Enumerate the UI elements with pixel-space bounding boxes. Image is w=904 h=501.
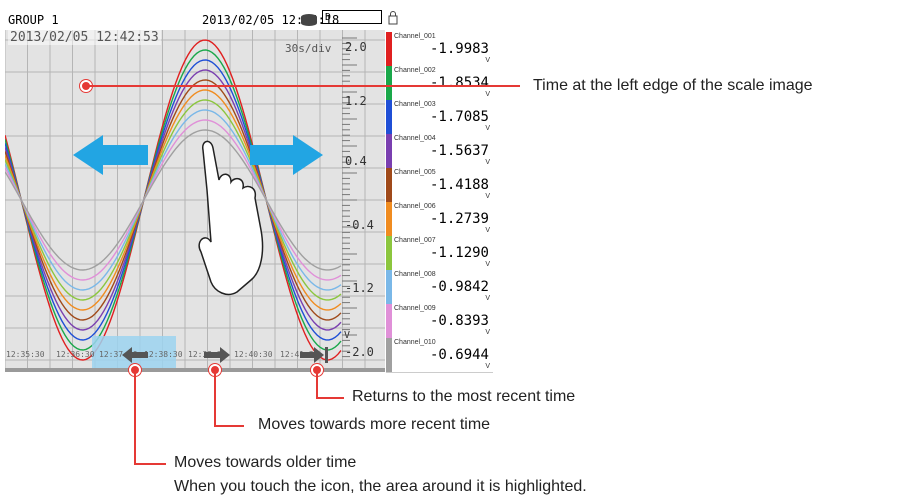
channel-value: -1.7085 <box>429 109 489 125</box>
channel-color-bar <box>386 66 392 100</box>
channel-unit: V <box>485 159 490 166</box>
callout-leader <box>134 370 136 464</box>
channel-readout[interactable]: Channel_010 -0.6944 V <box>386 338 493 373</box>
channel-name: Channel_008 <box>394 271 436 278</box>
channel-name: Channel_003 <box>394 101 436 108</box>
scale-label: -0.4 <box>345 218 374 232</box>
callout-highlight-note: When you touch the icon, the area around… <box>174 478 587 495</box>
channel-unit: V <box>485 363 490 370</box>
channel-color-bar <box>386 32 392 66</box>
storage-media-icon <box>301 14 317 26</box>
channel-readout[interactable]: Channel_006 -1.2739 V <box>386 202 493 237</box>
media-usage-indicator: D <box>322 10 382 24</box>
swipe-left-icon <box>73 135 148 175</box>
channel-value: -1.8534 <box>429 75 489 91</box>
channel-unit: V <box>485 91 490 98</box>
current-datetime: 2013/02/05 12:44:18 <box>202 13 340 27</box>
channel-value: -1.2739 <box>429 211 489 227</box>
scale-label: -2.0 <box>345 345 374 359</box>
scale-label: 0.4 <box>345 154 367 168</box>
group-title: GROUP 1 <box>8 13 59 27</box>
channel-color-bar <box>386 338 392 372</box>
callout-leader <box>134 463 166 465</box>
channel-readout[interactable]: Channel_002 -1.8534 V <box>386 66 493 101</box>
lock-icon <box>388 11 398 25</box>
channel-color-bar <box>386 270 392 304</box>
callout-left-edge-time: Time at the left edge of the scale image <box>533 77 813 94</box>
channel-color-bar <box>386 100 392 134</box>
time-tick: 12:36:30 <box>56 350 95 359</box>
channel-color-bar <box>386 168 392 202</box>
channel-color-bar <box>386 134 392 168</box>
channel-value: -1.1290 <box>429 245 489 261</box>
channel-color-bar <box>386 202 392 236</box>
channel-readout[interactable]: Channel_001 -1.9983 V <box>386 32 493 67</box>
channel-unit: V <box>485 329 490 336</box>
channel-value: -1.4188 <box>429 177 489 193</box>
channel-name: Channel_002 <box>394 67 436 74</box>
scale-label: 2.0 <box>345 40 367 54</box>
time-tick: 12:35:30 <box>6 350 45 359</box>
channel-unit: V <box>485 57 490 64</box>
channel-readout[interactable]: Channel_004 -1.5637 V <box>386 134 493 169</box>
trend-chart[interactable] <box>5 30 385 370</box>
channel-color-bar <box>386 304 392 338</box>
channel-value: -0.6944 <box>429 347 489 363</box>
scale-label: 1.2 <box>345 94 367 108</box>
scale-unit: V <box>344 330 351 341</box>
swipe-right-icon <box>250 135 323 175</box>
channel-color-bar <box>386 236 392 270</box>
callout-more-recent: Moves towards more recent time <box>258 416 491 433</box>
channel-name: Channel_006 <box>394 203 436 210</box>
channel-value: -1.9983 <box>429 41 489 57</box>
channel-name: Channel_005 <box>394 169 436 176</box>
channel-unit: V <box>485 125 490 132</box>
channel-unit: V <box>485 193 490 200</box>
channel-name: Channel_009 <box>394 305 436 312</box>
scale-label: -1.2 <box>345 281 374 295</box>
channel-value: -1.5637 <box>429 143 489 159</box>
channel-readout[interactable]: Channel_007 -1.1290 V <box>386 236 493 271</box>
callout-leader <box>214 425 244 427</box>
channel-name: Channel_004 <box>394 135 436 142</box>
callout-older: Moves towards older time <box>174 454 357 471</box>
older-time-button[interactable] <box>120 345 150 365</box>
latest-time-button[interactable] <box>298 345 332 365</box>
channel-name: Channel_001 <box>394 33 436 40</box>
channel-unit: V <box>485 295 490 302</box>
callout-leader <box>316 397 344 399</box>
trend-waveforms <box>5 30 385 370</box>
callout-leader <box>86 85 520 87</box>
newer-time-button[interactable] <box>202 345 232 365</box>
left-edge-time: 2013/02/05 12:42:53 <box>8 30 161 45</box>
time-tick: 12:40:30 <box>234 350 273 359</box>
callout-leader <box>214 370 216 426</box>
channel-value: -0.8393 <box>429 313 489 329</box>
channel-readout[interactable]: Channel_008 -0.9842 V <box>386 270 493 305</box>
callout-leader <box>316 370 318 398</box>
channel-unit: V <box>485 227 490 234</box>
channel-value: -0.9842 <box>429 279 489 295</box>
channel-readout[interactable]: Channel_009 -0.8393 V <box>386 304 493 339</box>
channel-readout[interactable]: Channel_003 -1.7085 V <box>386 100 493 135</box>
time-per-division: 30s/div <box>285 42 332 55</box>
channel-name: Channel_010 <box>394 339 436 346</box>
channel-name: Channel_007 <box>394 237 436 244</box>
channel-unit: V <box>485 261 490 268</box>
recorder-screen: GROUP 1 2013/02/05 12:44:18 D 2013/02/05… <box>0 0 496 375</box>
status-bar: GROUP 1 2013/02/05 12:44:18 D <box>0 8 496 30</box>
callout-most-recent: Returns to the most recent time <box>352 388 576 405</box>
time-scroll-bar[interactable] <box>5 368 385 372</box>
channel-readout[interactable]: Channel_005 -1.4188 V <box>386 168 493 203</box>
